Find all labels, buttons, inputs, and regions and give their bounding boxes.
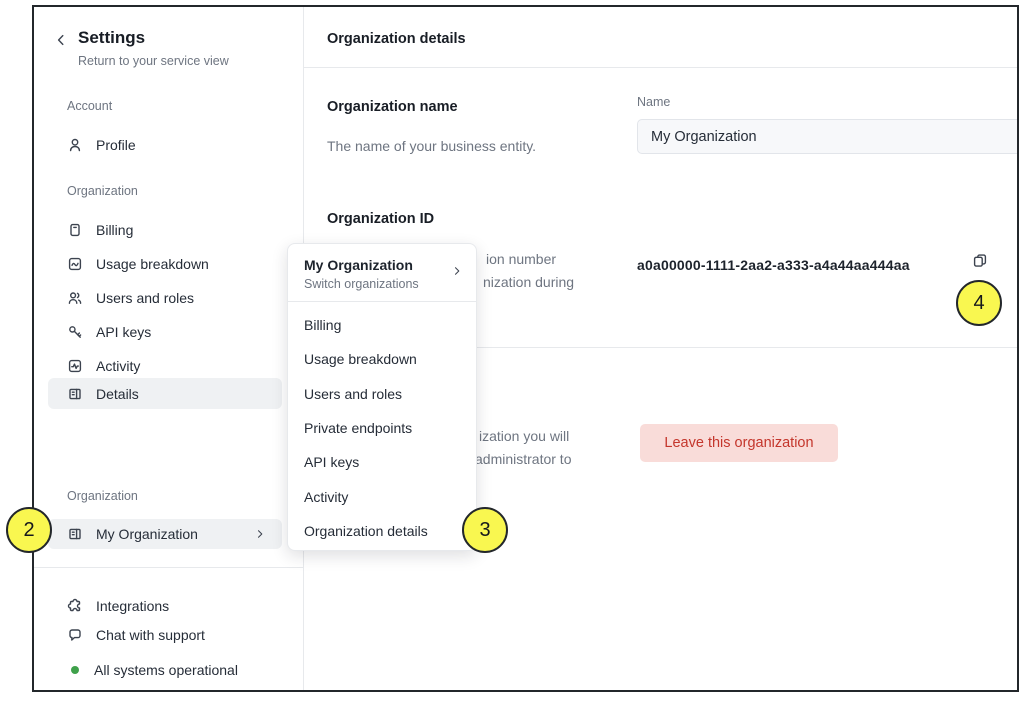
menu-item-private-endpoints[interactable]: Private endpoints [288, 417, 476, 439]
organization-id-title: Organization ID [327, 211, 434, 227]
menu-divider [288, 301, 476, 302]
annotation-badge-4: 4 [956, 280, 1002, 326]
user-icon [67, 137, 83, 153]
menu-item-usage-breakdown[interactable]: Usage breakdown [288, 348, 476, 370]
sidebar-item-usage-breakdown[interactable]: Usage breakdown [48, 247, 282, 281]
header-divider [303, 67, 1017, 68]
organization-id-description-fragment-1: ion number [486, 251, 556, 267]
users-icon [67, 290, 83, 306]
sidebar-item-label: My Organization [96, 526, 198, 542]
key-icon [67, 324, 83, 340]
chevron-left-icon [53, 32, 69, 48]
activity-icon [67, 358, 83, 374]
menu-title: My Organization [304, 257, 413, 273]
menu-item-organization-details[interactable]: Organization details [288, 520, 476, 542]
page-title: Organization details [327, 31, 466, 47]
status-label: All systems operational [94, 662, 238, 678]
section-label-organization-switcher: Organization [67, 489, 138, 503]
organization-id-value: a0a00000-1111-2aa2-a333-a4a44aa444aa [637, 257, 910, 273]
annotation-badge-2: 2 [6, 507, 52, 553]
back-button[interactable] [50, 29, 72, 51]
menu-item-activity[interactable]: Activity [288, 486, 476, 508]
sidebar-item-users-and-roles[interactable]: Users and roles [48, 281, 282, 315]
sidebar-item-profile[interactable]: Profile [48, 128, 282, 162]
organization-name-title: Organization name [327, 99, 458, 115]
leave-description-fragment-1: ization you will [479, 428, 569, 444]
organization-icon [67, 386, 83, 402]
organization-switcher-menu: My Organization Switch organizations Bil… [287, 243, 477, 551]
sidebar-subtitle: Return to your service view [78, 54, 229, 68]
sidebar-item-label: Details [96, 386, 139, 402]
sidebar-item-details[interactable]: Details [48, 378, 282, 409]
sidebar-item-my-organization[interactable]: My Organization [48, 519, 282, 549]
status-dot-icon [71, 666, 79, 674]
leave-organization-button[interactable]: Leave this organization [640, 424, 838, 462]
chat-icon [67, 627, 83, 643]
organization-name-input[interactable] [637, 119, 1019, 154]
menu-item-billing[interactable]: Billing [288, 314, 476, 336]
section-label-organization: Organization [67, 184, 138, 198]
menu-subtitle: Switch organizations [304, 277, 419, 291]
app-window: Settings Return to your service view Acc… [32, 5, 1019, 692]
annotation-badge-3: 3 [462, 507, 508, 553]
sidebar-divider [34, 567, 303, 568]
sidebar-item-billing[interactable]: Billing [48, 213, 282, 247]
sidebar-item-label: Chat with support [96, 627, 205, 643]
sidebar-item-label: Profile [96, 137, 136, 153]
name-field-label: Name [637, 95, 670, 109]
sidebar-item-label: Activity [96, 358, 140, 374]
menu-item-users-and-roles[interactable]: Users and roles [288, 383, 476, 405]
organization-id-description-fragment-2: nization during [483, 274, 574, 290]
puzzle-icon [67, 598, 83, 614]
sidebar-title: Settings [78, 28, 145, 48]
sidebar-item-label: API keys [96, 324, 151, 340]
sidebar-item-label: Integrations [96, 598, 169, 614]
sidebar-item-label: Billing [96, 222, 133, 238]
billing-icon [67, 222, 83, 238]
sidebar-item-label: Usage breakdown [96, 256, 209, 272]
menu-item-api-keys[interactable]: API keys [288, 451, 476, 473]
sidebar-item-status[interactable]: All systems operational [48, 655, 282, 685]
copy-id-button[interactable] [968, 248, 992, 272]
chevron-right-icon [252, 528, 268, 540]
organization-icon [67, 526, 83, 542]
sidebar-item-label: Users and roles [96, 290, 194, 306]
copy-icon [972, 252, 988, 269]
leave-description-fragment-2: administrator to [475, 451, 571, 467]
sidebar-item-api-keys[interactable]: API keys [48, 315, 282, 349]
organization-name-description: The name of your business entity. [327, 138, 536, 154]
usage-icon [67, 256, 83, 272]
chevron-right-icon [451, 264, 463, 282]
sidebar-item-integrations[interactable]: Integrations [48, 591, 282, 621]
section-label-account: Account [67, 99, 112, 113]
sidebar-item-chat-with-support[interactable]: Chat with support [48, 620, 282, 650]
